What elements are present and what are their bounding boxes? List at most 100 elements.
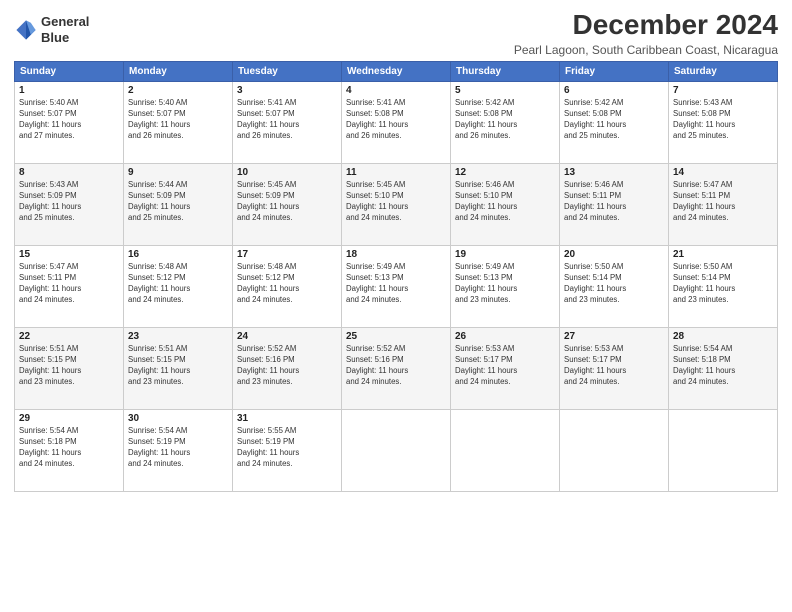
day-number: 9: [128, 167, 228, 178]
calendar-week-4: 22Sunrise: 5:51 AMSunset: 5:15 PMDayligh…: [15, 327, 778, 409]
day-number: 31: [237, 413, 337, 424]
day-number: 5: [455, 85, 555, 96]
day-info: Sunrise: 5:48 AMSunset: 5:12 PMDaylight:…: [237, 262, 337, 306]
day-number: 28: [673, 331, 773, 342]
day-info: Sunrise: 5:52 AMSunset: 5:16 PMDaylight:…: [237, 344, 337, 388]
day-number: 17: [237, 249, 337, 260]
day-number: 25: [346, 331, 446, 342]
day-info: Sunrise: 5:46 AMSunset: 5:10 PMDaylight:…: [455, 180, 555, 224]
calendar-cell: 18Sunrise: 5:49 AMSunset: 5:13 PMDayligh…: [342, 245, 451, 327]
day-number: 19: [455, 249, 555, 260]
calendar-cell: 8Sunrise: 5:43 AMSunset: 5:09 PMDaylight…: [15, 163, 124, 245]
calendar-cell: 27Sunrise: 5:53 AMSunset: 5:17 PMDayligh…: [560, 327, 669, 409]
header-row: Sunday Monday Tuesday Wednesday Thursday…: [15, 61, 778, 81]
calendar-body: 1 Sunrise: 5:40 AMSunset: 5:07 PMDaylight…: [15, 81, 778, 491]
day-number: 26: [455, 331, 555, 342]
day-number: 16: [128, 249, 228, 260]
day-info: Sunrise: 5:53 AMSunset: 5:17 PMDaylight:…: [564, 344, 664, 388]
calendar-cell: 3 Sunrise: 5:41 AMSunset: 5:07 PMDaylight…: [233, 81, 342, 163]
day-number: 1: [19, 85, 119, 96]
day-info: Sunrise: 5:54 AMSunset: 5:18 PMDaylight:…: [19, 426, 119, 470]
calendar-cell: 9 Sunrise: 5:44 AMSunset: 5:09 PMDaylight…: [124, 163, 233, 245]
day-number: 21: [673, 249, 773, 260]
day-info: Sunrise: 5:48 AMSunset: 5:12 PMDaylight:…: [128, 262, 228, 306]
day-number: 11: [346, 167, 446, 178]
calendar-cell: [342, 409, 451, 491]
month-title: December 2024: [514, 10, 778, 41]
col-sunday: Sunday: [15, 61, 124, 81]
day-info: Sunrise: 5:47 AMSunset: 5:11 PMDaylight:…: [19, 262, 119, 306]
day-number: 7: [673, 85, 773, 96]
header: General Blue December 2024 Pearl Lagoon,…: [14, 10, 778, 57]
day-info: Sunrise: 5:43 AMSunset: 5:08 PMDaylight:…: [673, 98, 773, 142]
calendar-cell: 17 Sunrise: 5:48 AMSunset: 5:12 PMDayligh…: [233, 245, 342, 327]
day-number: 8: [19, 167, 119, 178]
day-info: Sunrise: 5:55 AMSunset: 5:19 PMDaylight:…: [237, 426, 337, 470]
calendar-cell: 29 Sunrise: 5:54 AMSunset: 5:18 PMDayligh…: [15, 409, 124, 491]
day-number: 10: [237, 167, 337, 178]
day-info: Sunrise: 5:51 AMSunset: 5:15 PMDaylight:…: [19, 344, 119, 388]
calendar-cell: 11 Sunrise: 5:45 AMSunset: 5:10 PMDayligh…: [342, 163, 451, 245]
calendar-cell: [560, 409, 669, 491]
calendar-cell: 19 Sunrise: 5:49 AMSunset: 5:13 PMDayligh…: [451, 245, 560, 327]
calendar-cell: 13 Sunrise: 5:46 AMSunset: 5:11 PMDayligh…: [560, 163, 669, 245]
calendar-table: Sunday Monday Tuesday Wednesday Thursday…: [14, 61, 778, 492]
calendar-cell: 4 Sunrise: 5:41 AMSunset: 5:08 PMDaylight…: [342, 81, 451, 163]
calendar-cell: 6 Sunrise: 5:42 AMSunset: 5:08 PMDaylight…: [560, 81, 669, 163]
day-info: Sunrise: 5:45 AMSunset: 5:10 PMDaylight:…: [346, 180, 446, 224]
calendar-cell: 20Sunrise: 5:50 AMSunset: 5:14 PMDayligh…: [560, 245, 669, 327]
calendar-cell: 30Sunrise: 5:54 AMSunset: 5:19 PMDayligh…: [124, 409, 233, 491]
col-tuesday: Tuesday: [233, 61, 342, 81]
day-number: 4: [346, 85, 446, 96]
calendar-cell: 16 Sunrise: 5:48 AMSunset: 5:12 PMDayligh…: [124, 245, 233, 327]
logo: General Blue: [14, 14, 89, 45]
calendar-cell: 22Sunrise: 5:51 AMSunset: 5:15 PMDayligh…: [15, 327, 124, 409]
calendar-cell: 24Sunrise: 5:52 AMSunset: 5:16 PMDayligh…: [233, 327, 342, 409]
day-number: 14: [673, 167, 773, 178]
calendar-week-5: 29 Sunrise: 5:54 AMSunset: 5:18 PMDayligh…: [15, 409, 778, 491]
day-number: 13: [564, 167, 664, 178]
day-info: Sunrise: 5:40 AMSunset: 5:07 PMDaylight:…: [19, 98, 119, 142]
calendar-cell: 7 Sunrise: 5:43 AMSunset: 5:08 PMDaylight…: [669, 81, 778, 163]
col-wednesday: Wednesday: [342, 61, 451, 81]
day-number: 15: [19, 249, 119, 260]
day-info: Sunrise: 5:54 AMSunset: 5:18 PMDaylight:…: [673, 344, 773, 388]
day-info: Sunrise: 5:41 AMSunset: 5:07 PMDaylight:…: [237, 98, 337, 142]
calendar-cell: 10 Sunrise: 5:45 AMSunset: 5:09 PMDayligh…: [233, 163, 342, 245]
calendar-cell: 12 Sunrise: 5:46 AMSunset: 5:10 PMDayligh…: [451, 163, 560, 245]
day-info: Sunrise: 5:42 AMSunset: 5:08 PMDaylight:…: [455, 98, 555, 142]
day-number: 12: [455, 167, 555, 178]
day-number: 23: [128, 331, 228, 342]
day-info: Sunrise: 5:46 AMSunset: 5:11 PMDaylight:…: [564, 180, 664, 224]
logo-line1: General: [41, 14, 89, 30]
col-saturday: Saturday: [669, 61, 778, 81]
calendar-cell: 26 Sunrise: 5:53 AMSunset: 5:17 PMDayligh…: [451, 327, 560, 409]
col-monday: Monday: [124, 61, 233, 81]
logo-line2: Blue: [41, 30, 89, 46]
calendar-header: Sunday Monday Tuesday Wednesday Thursday…: [15, 61, 778, 81]
day-info: Sunrise: 5:49 AMSunset: 5:13 PMDaylight:…: [455, 262, 555, 306]
col-thursday: Thursday: [451, 61, 560, 81]
day-info: Sunrise: 5:49 AMSunset: 5:13 PMDaylight:…: [346, 262, 446, 306]
day-info: Sunrise: 5:51 AMSunset: 5:15 PMDaylight:…: [128, 344, 228, 388]
calendar-cell: 23 Sunrise: 5:51 AMSunset: 5:15 PMDayligh…: [124, 327, 233, 409]
calendar-cell: [451, 409, 560, 491]
day-info: Sunrise: 5:53 AMSunset: 5:17 PMDaylight:…: [455, 344, 555, 388]
calendar-week-1: 1 Sunrise: 5:40 AMSunset: 5:07 PMDaylight…: [15, 81, 778, 163]
day-number: 29: [19, 413, 119, 424]
day-info: Sunrise: 5:52 AMSunset: 5:16 PMDaylight:…: [346, 344, 446, 388]
calendar-cell: 15 Sunrise: 5:47 AMSunset: 5:11 PMDayligh…: [15, 245, 124, 327]
calendar-cell: 25 Sunrise: 5:52 AMSunset: 5:16 PMDayligh…: [342, 327, 451, 409]
calendar-cell: [669, 409, 778, 491]
calendar-cell: 5 Sunrise: 5:42 AMSunset: 5:08 PMDaylight…: [451, 81, 560, 163]
day-info: Sunrise: 5:45 AMSunset: 5:09 PMDaylight:…: [237, 180, 337, 224]
day-number: 2: [128, 85, 228, 96]
logo-icon: [14, 18, 38, 42]
day-info: Sunrise: 5:42 AMSunset: 5:08 PMDaylight:…: [564, 98, 664, 142]
location-title: Pearl Lagoon, South Caribbean Coast, Nic…: [514, 43, 778, 57]
day-info: Sunrise: 5:44 AMSunset: 5:09 PMDaylight:…: [128, 180, 228, 224]
day-number: 6: [564, 85, 664, 96]
col-friday: Friday: [560, 61, 669, 81]
day-number: 3: [237, 85, 337, 96]
day-info: Sunrise: 5:41 AMSunset: 5:08 PMDaylight:…: [346, 98, 446, 142]
